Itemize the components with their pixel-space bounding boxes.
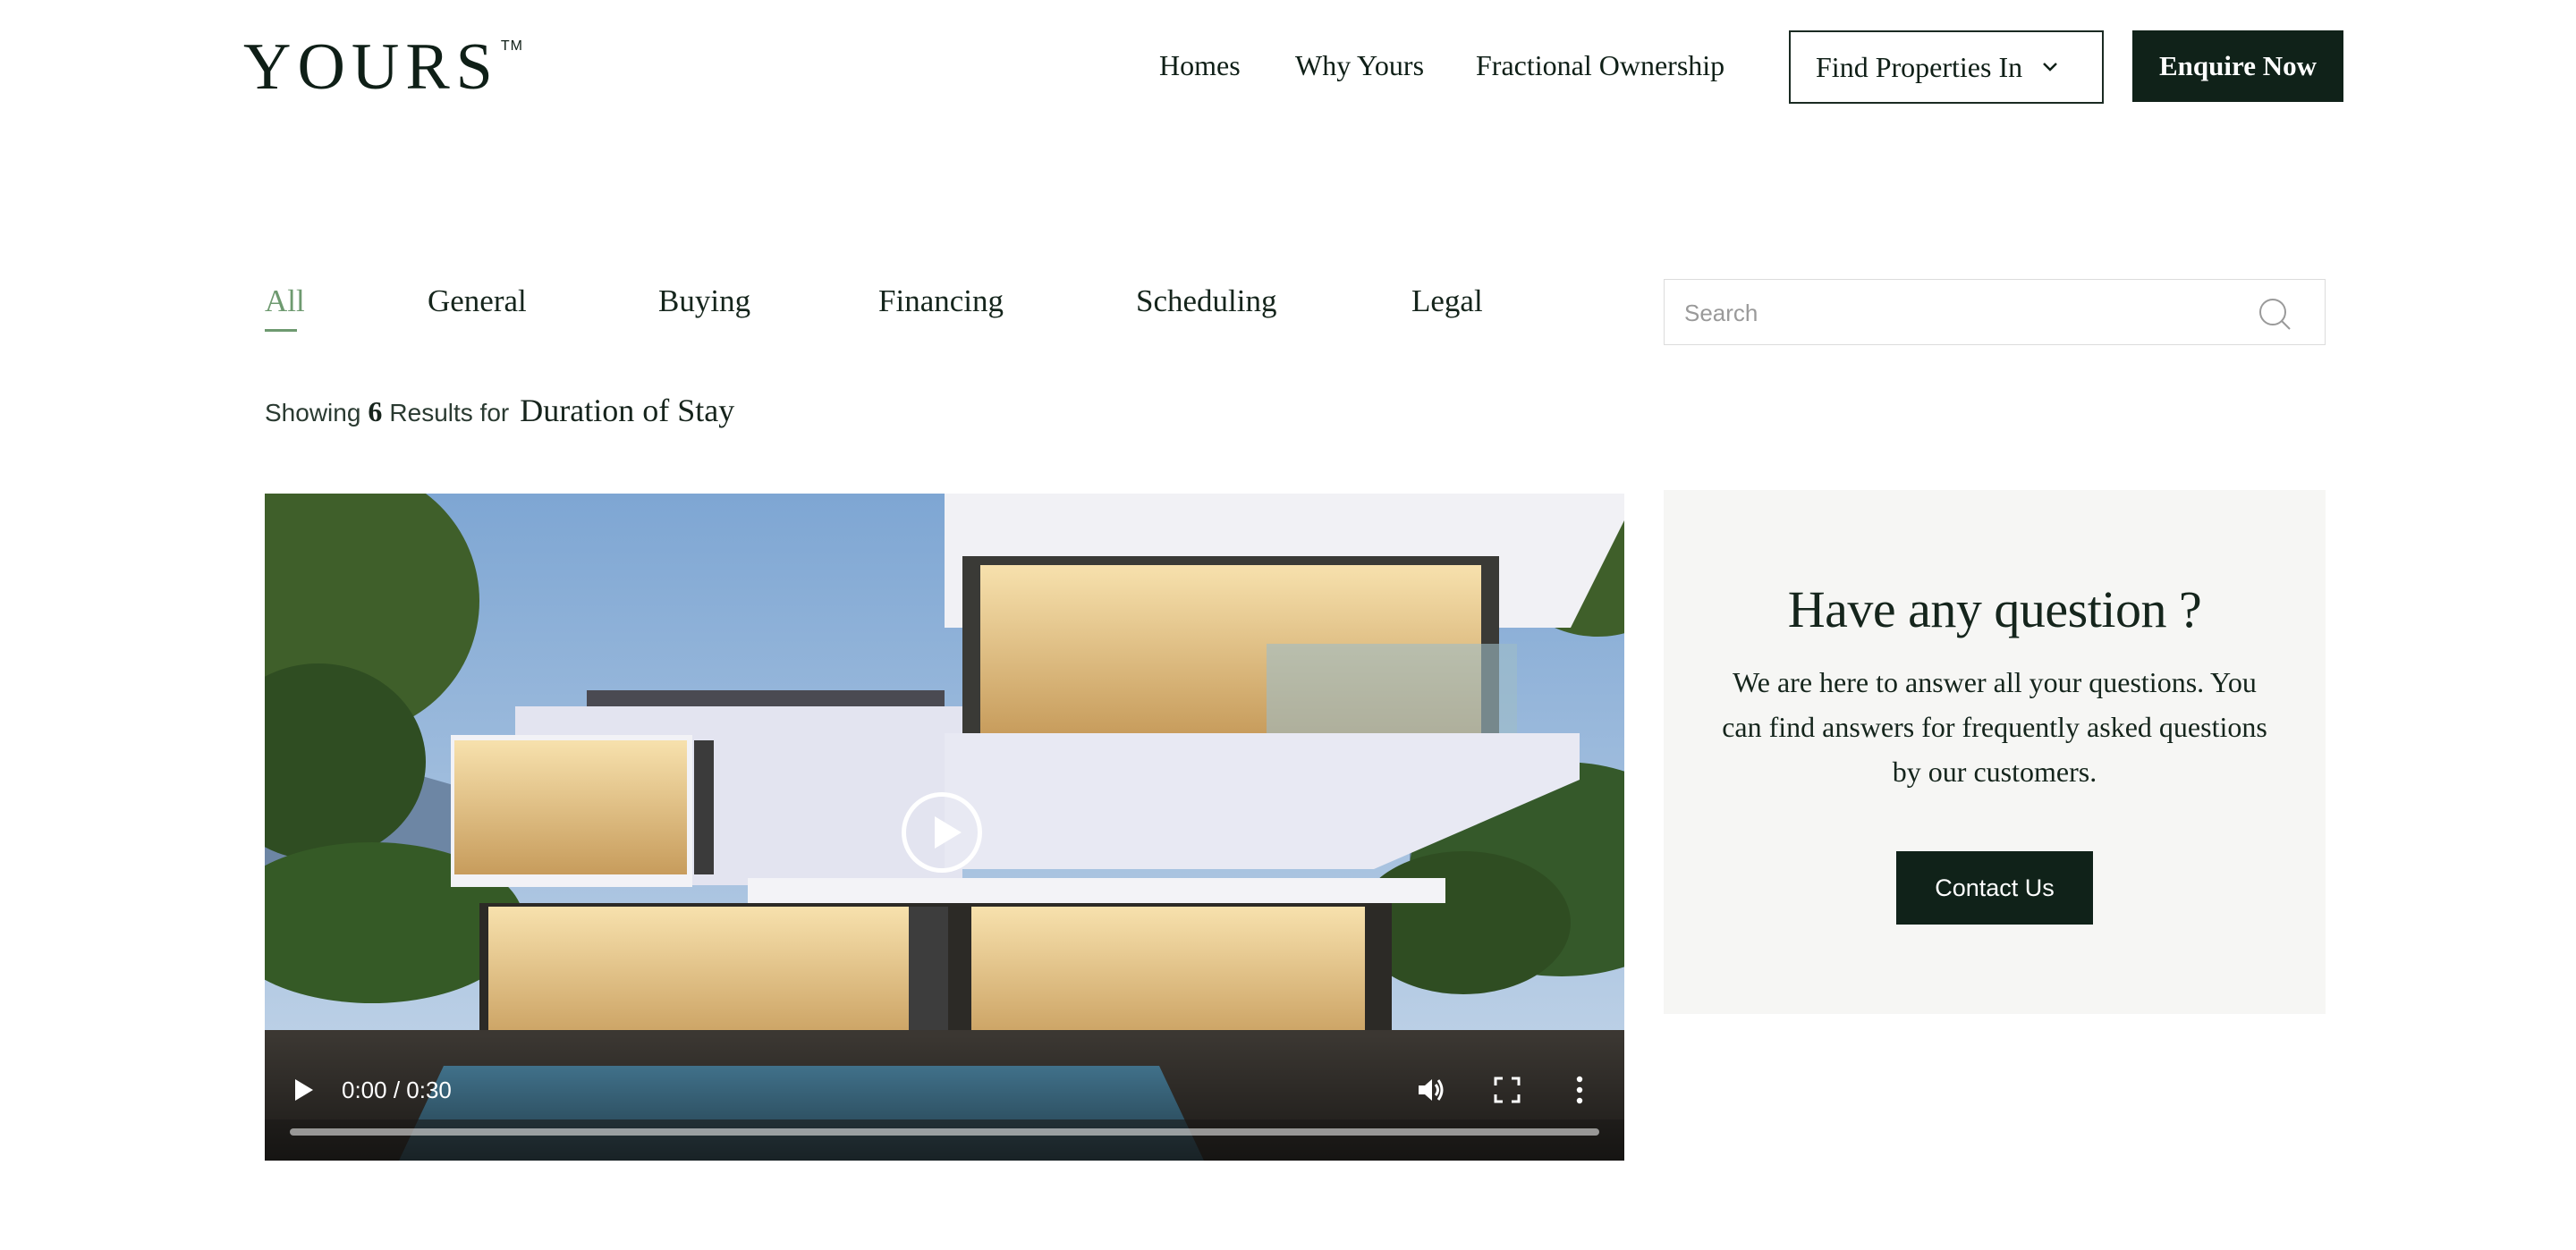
question-description: We are here to answer all your questions… (1722, 666, 2267, 788)
logo-trademark: TM (500, 38, 523, 54)
results-count: 6 (368, 395, 383, 427)
find-properties-dropdown[interactable]: Find Properties In (1789, 30, 2104, 104)
logo-text: YOURS (243, 30, 499, 104)
search-input[interactable] (1682, 280, 2258, 346)
tab-all[interactable]: All (265, 279, 305, 324)
question-panel: Have any question ? We are here to answe… (1664, 490, 2326, 1014)
results-middle: Results for (389, 399, 510, 427)
more-options-icon[interactable] (1576, 1075, 1583, 1105)
tab-legal[interactable]: Legal (1411, 279, 1483, 324)
contact-us-button[interactable]: Contact Us (1896, 851, 2093, 925)
chevron-down-icon (2043, 63, 2057, 72)
enquire-now-button[interactable]: Enquire Now (2132, 30, 2343, 102)
results-prefix: Showing (265, 399, 361, 427)
tab-buying[interactable]: Buying (658, 279, 750, 324)
search-box (1664, 279, 2326, 346)
big-play-button[interactable] (902, 792, 982, 873)
results-query: Duration of Stay (520, 393, 735, 428)
video-time: 0:00 / 0:30 (342, 1077, 452, 1103)
active-tab-underline (265, 329, 297, 332)
volume-icon[interactable] (1415, 1075, 1445, 1105)
logo[interactable]: YOURS TM (243, 30, 523, 104)
question-title: Have any question ? (1787, 580, 2202, 638)
video-progress-bar[interactable] (290, 1128, 1599, 1136)
find-properties-label: Find Properties In (1816, 50, 2023, 83)
video-controls-bar: 0:00 / 0:30 (265, 1035, 1624, 1161)
tab-scheduling[interactable]: Scheduling (1136, 279, 1276, 324)
nav-fractional-ownership[interactable]: Fractional Ownership (1476, 43, 1724, 88)
video-player[interactable]: 0:00 / 0:30 (265, 494, 1624, 1161)
results-summary: Showing 6 Results for Duration of Stay (265, 392, 734, 436)
play-icon[interactable] (295, 1079, 313, 1101)
search-icon[interactable] (2257, 296, 2292, 332)
nav-homes[interactable]: Homes (1159, 43, 1241, 88)
play-triangle-icon (935, 816, 962, 849)
fullscreen-icon[interactable] (1494, 1077, 1521, 1103)
tab-general[interactable]: General (428, 279, 527, 324)
tab-financing[interactable]: Financing (878, 279, 1004, 324)
nav-why-yours[interactable]: Why Yours (1295, 43, 1424, 88)
